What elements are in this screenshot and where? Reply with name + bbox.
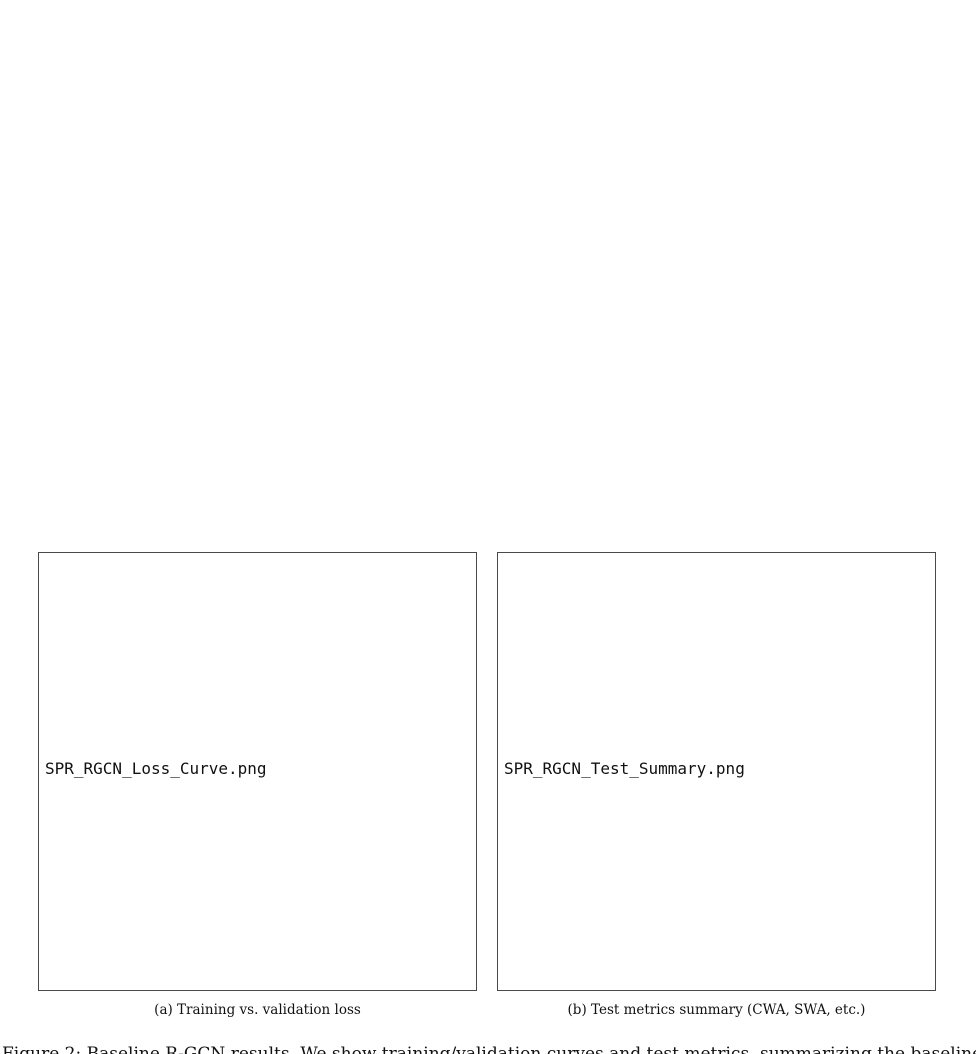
image-placeholder-filename: SPR_RGCN_Test_Summary.png (504, 759, 745, 778)
image-placeholder-filename: SPR_RGCN_Loss_Curve.png (45, 759, 267, 778)
figure-panel-a: SPR_RGCN_Loss_Curve.png (38, 552, 477, 991)
subcaption-a: (a) Training vs. validation loss (154, 1002, 361, 1018)
figure-panel-b: SPR_RGCN_Test_Summary.png (497, 552, 936, 991)
subcaption-b: (b) Test metrics summary (CWA, SWA, etc.… (567, 1002, 866, 1018)
figure-caption: Figure 2: Baseline R-GCN results. We sho… (2, 1044, 976, 1054)
